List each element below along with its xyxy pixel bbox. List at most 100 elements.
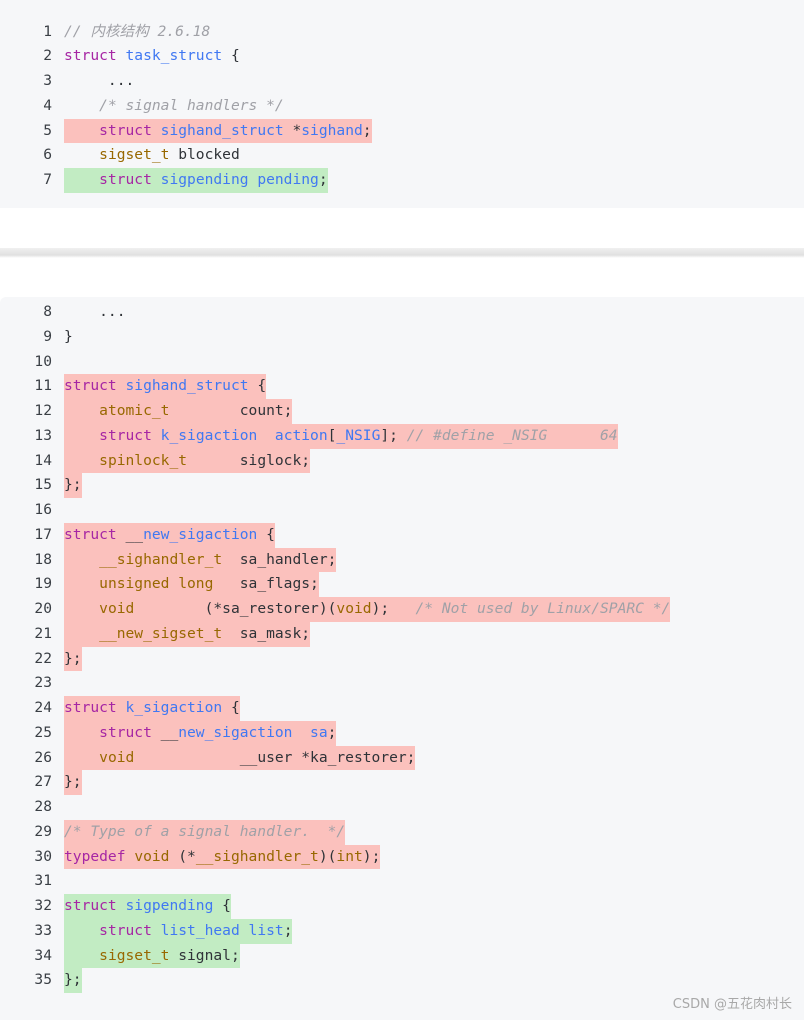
code-token: action <box>274 426 328 444</box>
line-number: 11 <box>34 377 52 395</box>
code-token: sighand_struct <box>125 377 249 395</box>
code-line: 18 __sighandler_t sa_handler; <box>0 547 804 573</box>
line-number: 15 <box>34 476 52 494</box>
watermark: CSDN @五花肉村长 <box>672 997 792 1012</box>
code-line: 21 __new_sigset_t sa_mask; <box>0 621 804 647</box>
code-block-1: 1// 内核结构 2.6.18 2 struct task_struct { 3 ..… <box>0 0 804 208</box>
code-line: 32 struct sigpending { <box>0 894 804 919</box>
code-text: spinlock_t siglock; <box>64 448 311 474</box>
code-token: } <box>64 327 73 345</box>
highlight-red: struct k_sigaction { <box>64 696 240 721</box>
code-token: k_sigaction <box>160 426 258 444</box>
code-text: __sighandler_t sa_handler; <box>64 547 337 573</box>
code-token: sigset_t <box>99 946 170 964</box>
code-token: struct <box>64 699 117 716</box>
code-token: sa <box>310 723 328 741</box>
code-token: sa_mask; <box>222 624 311 642</box>
code-token: /* Type of a signal handler. */ <box>64 822 346 840</box>
code-token: void <box>99 748 135 766</box>
code-token: ); <box>362 847 381 865</box>
highlight-green: struct sigpending { <box>64 894 231 919</box>
code-line: 25 struct __new_sigaction sa; <box>0 720 804 746</box>
code-line: 2 struct task_struct { <box>0 44 804 69</box>
code-text: struct sigpending pending; <box>64 168 328 193</box>
code-token: __ <box>151 723 179 741</box>
code-text: }; <box>64 646 82 672</box>
code-token: k_sigaction <box>125 699 223 716</box>
code-text: }; <box>64 770 82 795</box>
code-line: 28 <box>0 795 804 820</box>
line-number: 21 <box>34 624 52 642</box>
line-number: 12 <box>34 402 52 419</box>
code-token: sigpending <box>125 897 214 914</box>
code-token: ; <box>318 171 328 188</box>
highlight-green: struct sigpending pending; <box>64 168 328 193</box>
code-line: 15}; <box>0 473 804 498</box>
code-text: struct task_struct { <box>64 44 240 69</box>
code-token: count; <box>169 402 293 419</box>
code-token: struct <box>64 897 117 914</box>
code-text: /* signal handlers */ <box>64 94 284 119</box>
line-number: 7 <box>43 171 52 188</box>
code-token: { <box>222 47 240 65</box>
code-token: ); <box>371 600 416 617</box>
code-token: sa_handler; <box>222 550 337 568</box>
highlight-red: __sighandler_t sa_handler; <box>64 547 337 573</box>
line-number: 17 <box>34 525 52 543</box>
code-line: 17 struct __new_sigaction { <box>0 522 804 548</box>
code-text: struct sigpending { <box>64 894 231 919</box>
line-number: 18 <box>34 550 52 568</box>
code-token: task_struct <box>125 47 223 65</box>
code-text: ... <box>64 300 125 325</box>
code-token: (* <box>169 847 196 865</box>
code-token: struct <box>64 47 117 65</box>
code-token: ; <box>362 121 372 139</box>
code-line: 23 <box>0 671 804 696</box>
code-text: }; <box>64 473 82 498</box>
code-line: 30 typedef void (*__sighandler_t)(int); <box>0 844 804 870</box>
code-line: 35}; <box>0 968 804 993</box>
code-token: __new_sigset_t <box>99 624 223 642</box>
highlight-red: /* Type of a signal handler. */ <box>64 819 346 845</box>
code-token: __ <box>116 525 144 543</box>
code-line: 1 // 内核结构 2.6.18 <box>0 20 804 45</box>
line-number: 22 <box>34 649 52 667</box>
code-text: struct sighand_struct { <box>64 374 267 399</box>
line-number: 28 <box>34 798 52 815</box>
code-token: // 内核结构 2.6.18 <box>64 22 211 40</box>
line-number: 16 <box>34 501 52 518</box>
line-number: 34 <box>34 946 52 964</box>
code-token: new_sigaction <box>178 723 293 741</box>
line-number: 19 <box>34 575 52 593</box>
code-token: typedef <box>64 847 126 865</box>
highlight-red: }; <box>64 646 82 672</box>
code-line: 26 void __user *ka_restorer; <box>0 745 804 771</box>
code-token: int <box>336 847 363 865</box>
code-token: struct <box>99 426 152 444</box>
code-text: void (*sa_restorer)(void); /* Not used b… <box>64 597 671 622</box>
line-number: 8 <box>43 303 52 320</box>
code-text: sigset_t signal; <box>64 943 240 969</box>
line-number: 26 <box>34 748 52 766</box>
code-token: )( <box>318 847 337 865</box>
code-text: struct k_sigaction { <box>64 696 240 721</box>
code-line: 31 <box>0 869 804 894</box>
highlight-red: }; <box>64 770 82 795</box>
line-number: 25 <box>34 723 52 741</box>
separator-shadow <box>0 248 804 258</box>
line-number: 29 <box>34 822 52 840</box>
code-text: ... <box>64 69 134 94</box>
code-token: { <box>222 699 240 716</box>
highlight-red: struct k_sigaction action[_NSIG]; // #de… <box>64 423 618 449</box>
highlight-red: struct __new_sigaction { <box>64 522 275 548</box>
line-number: 3 <box>43 72 52 89</box>
highlight-red: typedef void (*__sighandler_t)(int); <box>64 844 381 870</box>
